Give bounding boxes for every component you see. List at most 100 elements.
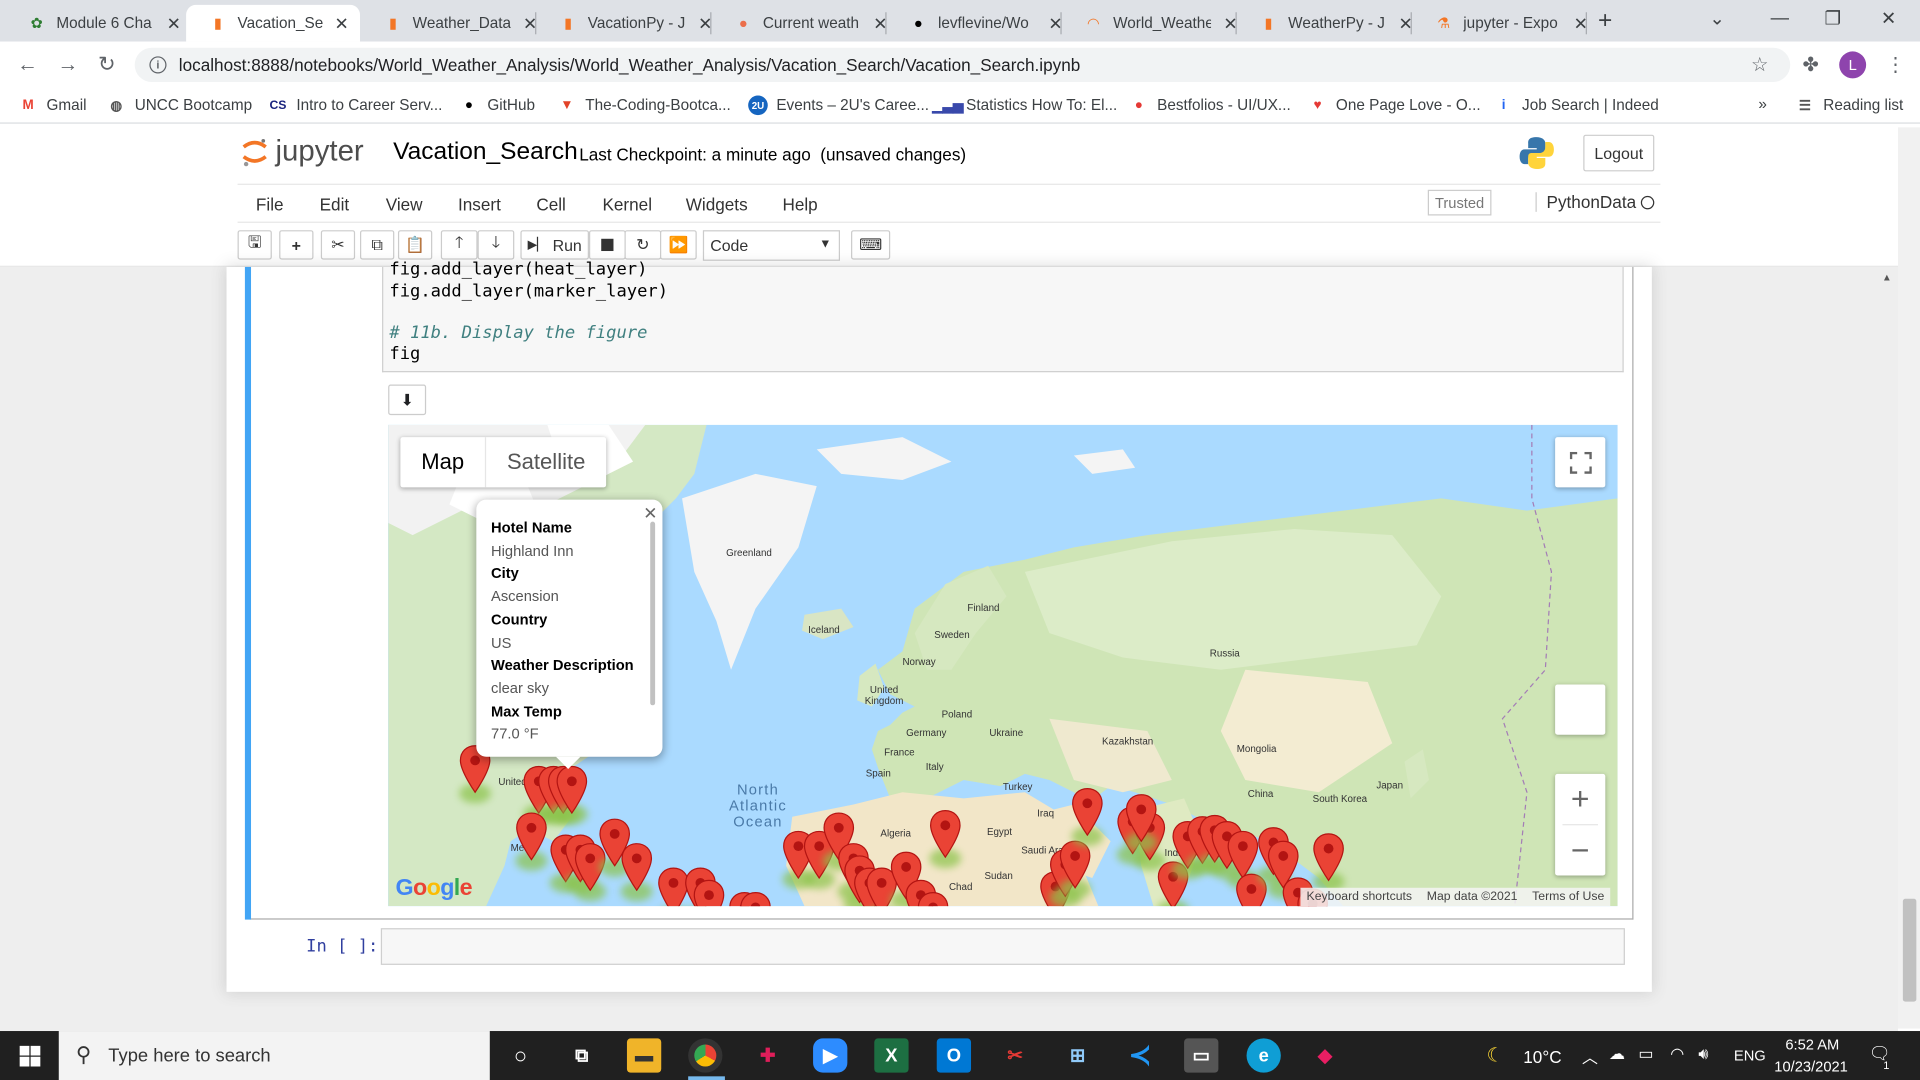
terminal-icon[interactable]: ▭: [1184, 1038, 1219, 1073]
google-map[interactable]: Greenland Iceland Finland Sweden Norway …: [388, 424, 1618, 907]
new-tab-button[interactable]: +: [1598, 7, 1612, 35]
chrome-icon[interactable]: [688, 1038, 723, 1073]
outlook-icon[interactable]: O: [936, 1038, 972, 1073]
map-marker-icon[interactable]: [1071, 787, 1103, 837]
scrollbar-thumb[interactable]: [1902, 898, 1917, 1002]
taskbar-search[interactable]: ⚲ Type here to search: [58, 1031, 490, 1080]
snip-tool-icon[interactable]: ✂: [998, 1038, 1032, 1072]
tab-github[interactable]: ● levflevine/Wo ✕: [887, 5, 1076, 42]
bookmark-uncc[interactable]: ◍ UNCC Bootcamp: [107, 96, 252, 116]
map-type-map-button[interactable]: Map: [400, 437, 487, 488]
restart-run-all-button[interactable]: ⏩: [660, 230, 697, 260]
map-marker-icon[interactable]: [1227, 830, 1259, 880]
back-arrow-icon[interactable]: ←: [17, 53, 38, 77]
empty-code-cell[interactable]: [380, 928, 1625, 965]
menu-view[interactable]: View: [386, 195, 423, 215]
page-scrollbar[interactable]: [1897, 127, 1920, 1029]
trusted-indicator[interactable]: Trusted: [1427, 189, 1492, 216]
tab-search-icon[interactable]: ⌄: [1709, 7, 1724, 30]
reload-icon[interactable]: ↻: [98, 53, 115, 77]
reading-list-button[interactable]: ☰ Reading list: [1795, 96, 1903, 116]
jupyter-logo[interactable]: jupyter: [241, 135, 364, 169]
menu-file[interactable]: File: [256, 195, 284, 215]
download-button[interactable]: ⬇: [388, 384, 427, 416]
restore-button[interactable]: ❐: [1825, 7, 1841, 30]
menu-edit[interactable]: Edit: [320, 195, 350, 215]
bookmark-onepagelove[interactable]: ♥ One Page Love - O...: [1308, 96, 1481, 116]
move-down-button[interactable]: 🡓: [477, 230, 515, 260]
tab-weather-data[interactable]: ▮ Weather_Data ✕: [361, 5, 550, 42]
cell-type-select[interactable]: Code ▼: [702, 230, 841, 261]
map-marker-icon[interactable]: [621, 842, 653, 892]
keyboard-shortcuts-link[interactable]: Keyboard shortcuts: [1307, 890, 1413, 903]
tab-jupyter-export[interactable]: ⚗ jupyter - Expo ✕: [1412, 5, 1601, 42]
excel-icon[interactable]: X: [874, 1038, 909, 1073]
map-marker-icon[interactable]: [693, 879, 725, 907]
copy-button[interactable]: ⧉: [360, 230, 395, 260]
network-app-icon[interactable]: ⊞: [1060, 1038, 1094, 1072]
info-scrollbar[interactable]: [650, 521, 656, 706]
map-marker-icon[interactable]: [1125, 793, 1157, 843]
map-marker-icon[interactable]: [1059, 840, 1091, 889]
menu-widgets[interactable]: Widgets: [686, 195, 748, 215]
run-button[interactable]: ▶▏ Run: [520, 230, 589, 260]
close-window-button[interactable]: ✕: [1881, 7, 1896, 30]
bookmark-gmail[interactable]: M Gmail: [18, 96, 87, 116]
map-marker-icon[interactable]: [740, 891, 772, 907]
bookmark-statistics[interactable]: ▁▃▅ Statistics How To: El...: [932, 96, 1117, 116]
bookmark-github[interactable]: ● GitHub: [459, 96, 535, 116]
close-icon[interactable]: ✕: [1571, 13, 1591, 34]
map-marker-icon[interactable]: [556, 765, 588, 815]
notebook-name[interactable]: Vacation_Search: [393, 138, 578, 166]
terms-link[interactable]: Terms of Use: [1532, 890, 1604, 903]
menu-help[interactable]: Help: [782, 195, 817, 215]
menu-dots-icon[interactable]: ⋮: [1886, 53, 1906, 77]
bookmark-coding-bootcamp[interactable]: ▼ The-Coding-Bootca...: [557, 96, 731, 116]
logout-button[interactable]: Logout: [1583, 134, 1655, 172]
move-up-button[interactable]: 🡑: [440, 230, 478, 260]
insert-cell-button[interactable]: +: [279, 230, 314, 260]
more-bookmarks-button[interactable]: »: [1758, 96, 1767, 113]
clock-time[interactable]: 6:52 AM: [1785, 1036, 1839, 1053]
zoom-out-button[interactable]: −: [1555, 825, 1605, 875]
address-bar[interactable]: i localhost:8888/notebooks/World_Weather…: [134, 47, 1791, 83]
zoom-app-icon[interactable]: ▶: [813, 1038, 848, 1073]
close-icon[interactable]: ✕: [333, 13, 350, 34]
temperature[interactable]: 10°C: [1523, 1047, 1561, 1067]
restart-button[interactable]: ↻: [624, 230, 662, 260]
bookmark-career[interactable]: CS Intro to Career Serv...: [268, 96, 442, 116]
save-button[interactable]: 🖫: [237, 230, 272, 260]
extensions-icon[interactable]: ✤: [1802, 53, 1818, 77]
map-marker-icon[interactable]: [1313, 833, 1345, 882]
map-type-satellite-button[interactable]: Satellite: [486, 437, 606, 487]
pegman-control[interactable]: [1555, 684, 1606, 735]
scroll-up-arrow-icon[interactable]: ▲: [1882, 272, 1892, 283]
close-icon[interactable]: ✕: [164, 13, 184, 34]
map-marker-icon[interactable]: [516, 812, 548, 861]
cortana-icon[interactable]: ○: [503, 1038, 537, 1072]
menu-insert[interactable]: Insert: [458, 195, 501, 215]
google-logo[interactable]: Google: [396, 876, 473, 903]
star-icon[interactable]: ☆: [1751, 53, 1769, 77]
paste-button[interactable]: 📋: [397, 230, 433, 260]
code-input[interactable]: fig.add_layer(heat_layer) fig.add_layer(…: [382, 260, 1624, 373]
task-view-icon[interactable]: ⧉: [564, 1038, 598, 1072]
tab-weatherpy[interactable]: ▮ WeatherPy - J ✕: [1237, 5, 1426, 42]
map-marker-icon[interactable]: [929, 809, 961, 859]
wifi-icon[interactable]: ◠: [1670, 1044, 1684, 1064]
map-marker-icon[interactable]: [917, 891, 949, 907]
minimize-button[interactable]: —: [1771, 7, 1789, 28]
zoom-in-button[interactable]: +: [1555, 774, 1605, 824]
battery-icon[interactable]: ▭: [1638, 1044, 1653, 1064]
slack-icon[interactable]: ✚: [751, 1038, 785, 1072]
tray-chevron-icon[interactable]: ︿: [1582, 1044, 1598, 1067]
bookmark-bestfolios[interactable]: ● Bestfolios - UI/UX...: [1129, 96, 1291, 116]
language-indicator[interactable]: ENG: [1734, 1047, 1766, 1064]
command-palette-button[interactable]: ⌨: [851, 230, 891, 260]
volume-icon[interactable]: 🔊︎: [1698, 1044, 1708, 1064]
file-explorer-icon[interactable]: ▬: [626, 1038, 662, 1073]
cloud-sync-icon[interactable]: ☁: [1609, 1044, 1625, 1064]
info-icon[interactable]: i: [149, 56, 167, 74]
edge-icon[interactable]: e: [1246, 1038, 1281, 1073]
menu-cell[interactable]: Cell: [536, 195, 566, 215]
